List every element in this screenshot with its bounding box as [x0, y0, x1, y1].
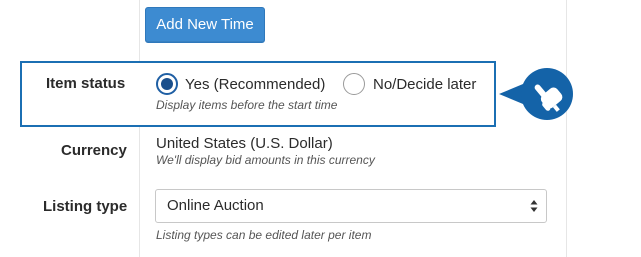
currency-value: United States (U.S. Dollar)	[156, 135, 333, 152]
radio-selected-dot	[161, 78, 173, 90]
select-arrows-icon	[530, 200, 538, 212]
listing-type-selected-value: Online Auction	[167, 197, 264, 214]
item-status-yes-label[interactable]: Yes (Recommended)	[185, 76, 325, 93]
item-status-hint: Display items before the start time	[156, 98, 338, 112]
hand-pointer-icon	[499, 68, 573, 120]
item-status-no-radio[interactable]	[343, 73, 365, 95]
add-new-time-button[interactable]: Add New Time	[145, 7, 265, 43]
item-status-no-label[interactable]: No/Decide later	[373, 76, 476, 93]
currency-label: Currency	[61, 142, 127, 159]
listing-type-select[interactable]: Online Auction	[155, 189, 547, 223]
item-status-yes-radio[interactable]	[156, 73, 178, 95]
currency-hint: We'll display bid amounts in this curren…	[156, 153, 375, 167]
column-divider-right	[566, 0, 567, 257]
item-status-highlight	[20, 61, 496, 127]
item-status-label: Item status	[46, 75, 126, 92]
listing-type-label: Listing type	[43, 198, 128, 215]
listing-type-hint: Listing types can be edited later per it…	[156, 228, 372, 242]
column-divider-left	[139, 0, 140, 257]
